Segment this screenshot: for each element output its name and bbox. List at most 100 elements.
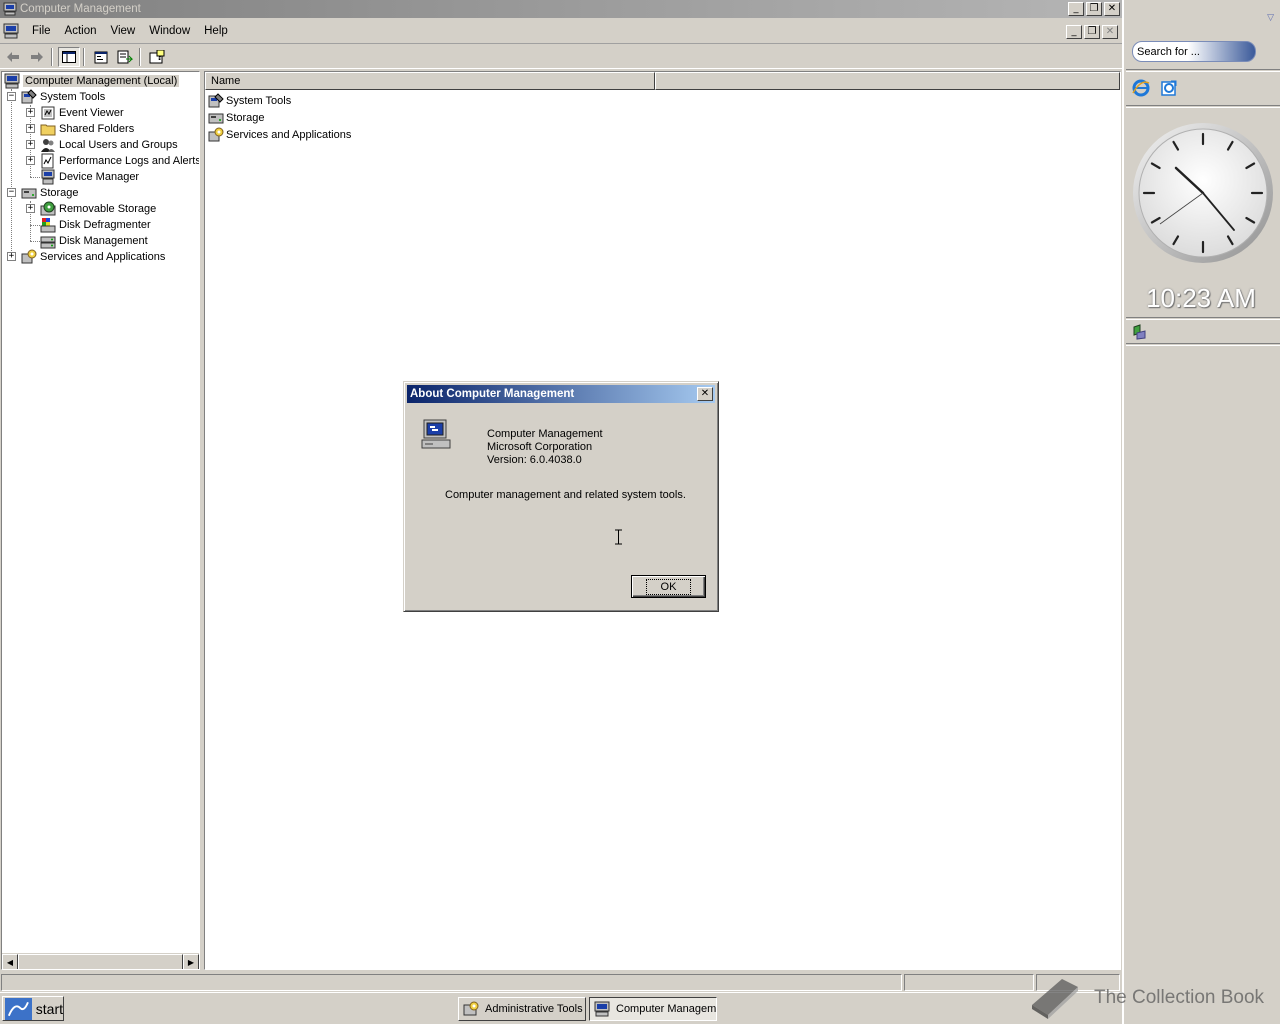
tree-item-label: Storage bbox=[40, 187, 79, 199]
show-hide-tree-button[interactable] bbox=[58, 46, 80, 67]
back-button[interactable] bbox=[2, 47, 24, 67]
list-item-services-and-applications[interactable]: Services and Applications bbox=[208, 127, 351, 143]
properties-button[interactable] bbox=[90, 47, 112, 67]
help-button[interactable]: ? bbox=[146, 47, 168, 67]
ok-button[interactable]: OK bbox=[631, 575, 706, 598]
sidebar-divider bbox=[1126, 317, 1280, 320]
performance-icon bbox=[41, 153, 54, 169]
menu-window[interactable]: Window bbox=[142, 25, 197, 37]
tree-item-label: Disk Management bbox=[59, 235, 148, 247]
tree-item-system-tools[interactable]: System Tools bbox=[21, 89, 105, 105]
export-list-icon bbox=[117, 50, 133, 63]
tree-item-storage[interactable]: Storage bbox=[21, 185, 79, 201]
menu-view[interactable]: View bbox=[104, 25, 143, 37]
tree-item-local-users-and-groups[interactable]: Local Users and Groups bbox=[40, 137, 178, 153]
status-bar bbox=[0, 972, 1122, 992]
tree-item-disk-defragmenter[interactable]: Disk Defragmenter bbox=[40, 217, 151, 233]
ok-button-label: OK bbox=[645, 578, 692, 595]
computer-management-icon bbox=[421, 419, 451, 449]
list-item-label: Storage bbox=[226, 112, 265, 124]
internet-explorer-icon[interactable] bbox=[1132, 79, 1150, 97]
tree-item-label: Disk Defragmenter bbox=[59, 219, 151, 231]
quick-launch-tile bbox=[1132, 79, 1178, 97]
toolbar-separator bbox=[51, 47, 53, 66]
tree-item-label: Performance Logs and Alerts bbox=[59, 155, 200, 167]
expand-expander[interactable]: + bbox=[26, 108, 35, 117]
console-tree[interactable]: Computer Management (Local) − System Too… bbox=[1, 71, 200, 970]
expand-expander[interactable]: + bbox=[26, 140, 35, 149]
properties-icon bbox=[94, 51, 108, 63]
list-item-label: Services and Applications bbox=[226, 129, 352, 141]
computer-icon bbox=[594, 1001, 610, 1017]
restore-button[interactable]: ❐ bbox=[1086, 2, 1102, 16]
watermark-text: The Collection Book bbox=[1094, 987, 1265, 1008]
scroll-thumb[interactable] bbox=[18, 954, 183, 969]
window-title: Computer Management bbox=[20, 3, 141, 15]
tree-item-disk-management[interactable]: Disk Management bbox=[40, 233, 148, 249]
menu-action[interactable]: Action bbox=[58, 25, 104, 37]
services-icon bbox=[21, 249, 37, 264]
start-label: start bbox=[35, 1000, 63, 1017]
desktop-sidebar: ▽ Search for ... 10:23 AM bbox=[1122, 0, 1280, 1024]
forward-button[interactable] bbox=[26, 47, 48, 67]
defragmenter-icon bbox=[40, 218, 56, 233]
expand-expander[interactable]: + bbox=[26, 204, 35, 213]
export-list-button[interactable] bbox=[114, 47, 136, 67]
expand-expander[interactable]: + bbox=[7, 252, 16, 261]
removable-storage-icon bbox=[40, 201, 56, 216]
title-bar[interactable]: Computer Management _ ❐ ✕ bbox=[0, 0, 1122, 18]
horizontal-scrollbar[interactable]: ◀ ▶ bbox=[2, 953, 199, 969]
scroll-right-icon[interactable]: ▶ bbox=[183, 954, 199, 969]
tree-item-label: Services and Applications bbox=[40, 251, 166, 263]
search-input[interactable]: Search for ... bbox=[1132, 41, 1256, 62]
taskbar-button-computer-management[interactable]: Computer Management bbox=[589, 997, 717, 1021]
tree-item-services-and-applications[interactable]: Services and Applications bbox=[21, 249, 165, 265]
dialog-close-button[interactable]: ✕ bbox=[697, 387, 713, 401]
column-header-empty[interactable] bbox=[655, 72, 1120, 90]
menu-file[interactable]: File bbox=[25, 25, 58, 37]
tree-item-root[interactable]: Computer Management (Local) bbox=[4, 73, 180, 89]
expand-expander[interactable]: + bbox=[26, 124, 35, 133]
administrative-tools-icon bbox=[463, 1001, 479, 1016]
collapse-expander[interactable]: − bbox=[7, 92, 16, 101]
list-header: Name bbox=[205, 72, 1120, 90]
taskbar-button-administrative-tools[interactable]: Administrative Tools bbox=[458, 997, 586, 1021]
watermark: The Collection Book bbox=[1028, 975, 1264, 1021]
computer-icon[interactable] bbox=[3, 23, 19, 39]
toolbar-separator bbox=[83, 47, 85, 66]
chevron-down-icon[interactable]: ▽ bbox=[1267, 12, 1274, 23]
child-restore-button[interactable]: ❐ bbox=[1084, 25, 1100, 39]
tree-item-event-viewer[interactable]: Event Viewer bbox=[40, 105, 124, 121]
sidebar-divider bbox=[1126, 69, 1280, 72]
tree-item-device-manager[interactable]: Device Manager bbox=[40, 169, 139, 185]
slideshow-icon[interactable] bbox=[1132, 324, 1148, 340]
column-header-name[interactable]: Name bbox=[205, 72, 655, 90]
menu-help[interactable]: Help bbox=[197, 25, 235, 37]
tree-item-removable-storage[interactable]: Removable Storage bbox=[40, 201, 156, 217]
tree-item-shared-folders[interactable]: Shared Folders bbox=[40, 121, 134, 137]
help-icon: ? bbox=[149, 49, 165, 63]
child-close-button[interactable]: ✕ bbox=[1102, 25, 1118, 39]
start-button[interactable]: start bbox=[2, 996, 64, 1021]
scroll-left-icon[interactable]: ◀ bbox=[2, 954, 18, 969]
taskbar-button-label: Administrative Tools bbox=[485, 1003, 583, 1015]
list-item-system-tools[interactable]: System Tools bbox=[208, 93, 291, 109]
dialog-title: About Computer Management bbox=[410, 388, 575, 400]
menu-bar: File Action View Window Help _ ❐ ✕ bbox=[0, 19, 1122, 44]
outlook-express-icon[interactable] bbox=[1160, 79, 1178, 97]
child-minimize-button[interactable]: _ bbox=[1066, 25, 1082, 39]
disk-management-icon bbox=[40, 236, 56, 249]
dialog-company: Microsoft Corporation bbox=[487, 441, 593, 453]
close-button[interactable]: ✕ bbox=[1104, 2, 1120, 16]
list-item-storage[interactable]: Storage bbox=[208, 110, 265, 126]
collapse-expander[interactable]: − bbox=[7, 188, 16, 197]
services-icon bbox=[208, 127, 224, 142]
minimize-button[interactable]: _ bbox=[1068, 2, 1084, 16]
device-manager-icon bbox=[41, 169, 55, 185]
tree-item-performance-logs-and-alerts[interactable]: Performance Logs and Alerts bbox=[40, 153, 200, 169]
dialog-title-bar[interactable]: About Computer Management ✕ bbox=[407, 385, 715, 403]
storage-icon bbox=[21, 188, 37, 199]
expand-expander[interactable]: + bbox=[26, 156, 35, 165]
computer-icon bbox=[4, 73, 20, 89]
search-placeholder: Search for ... bbox=[1137, 45, 1200, 58]
